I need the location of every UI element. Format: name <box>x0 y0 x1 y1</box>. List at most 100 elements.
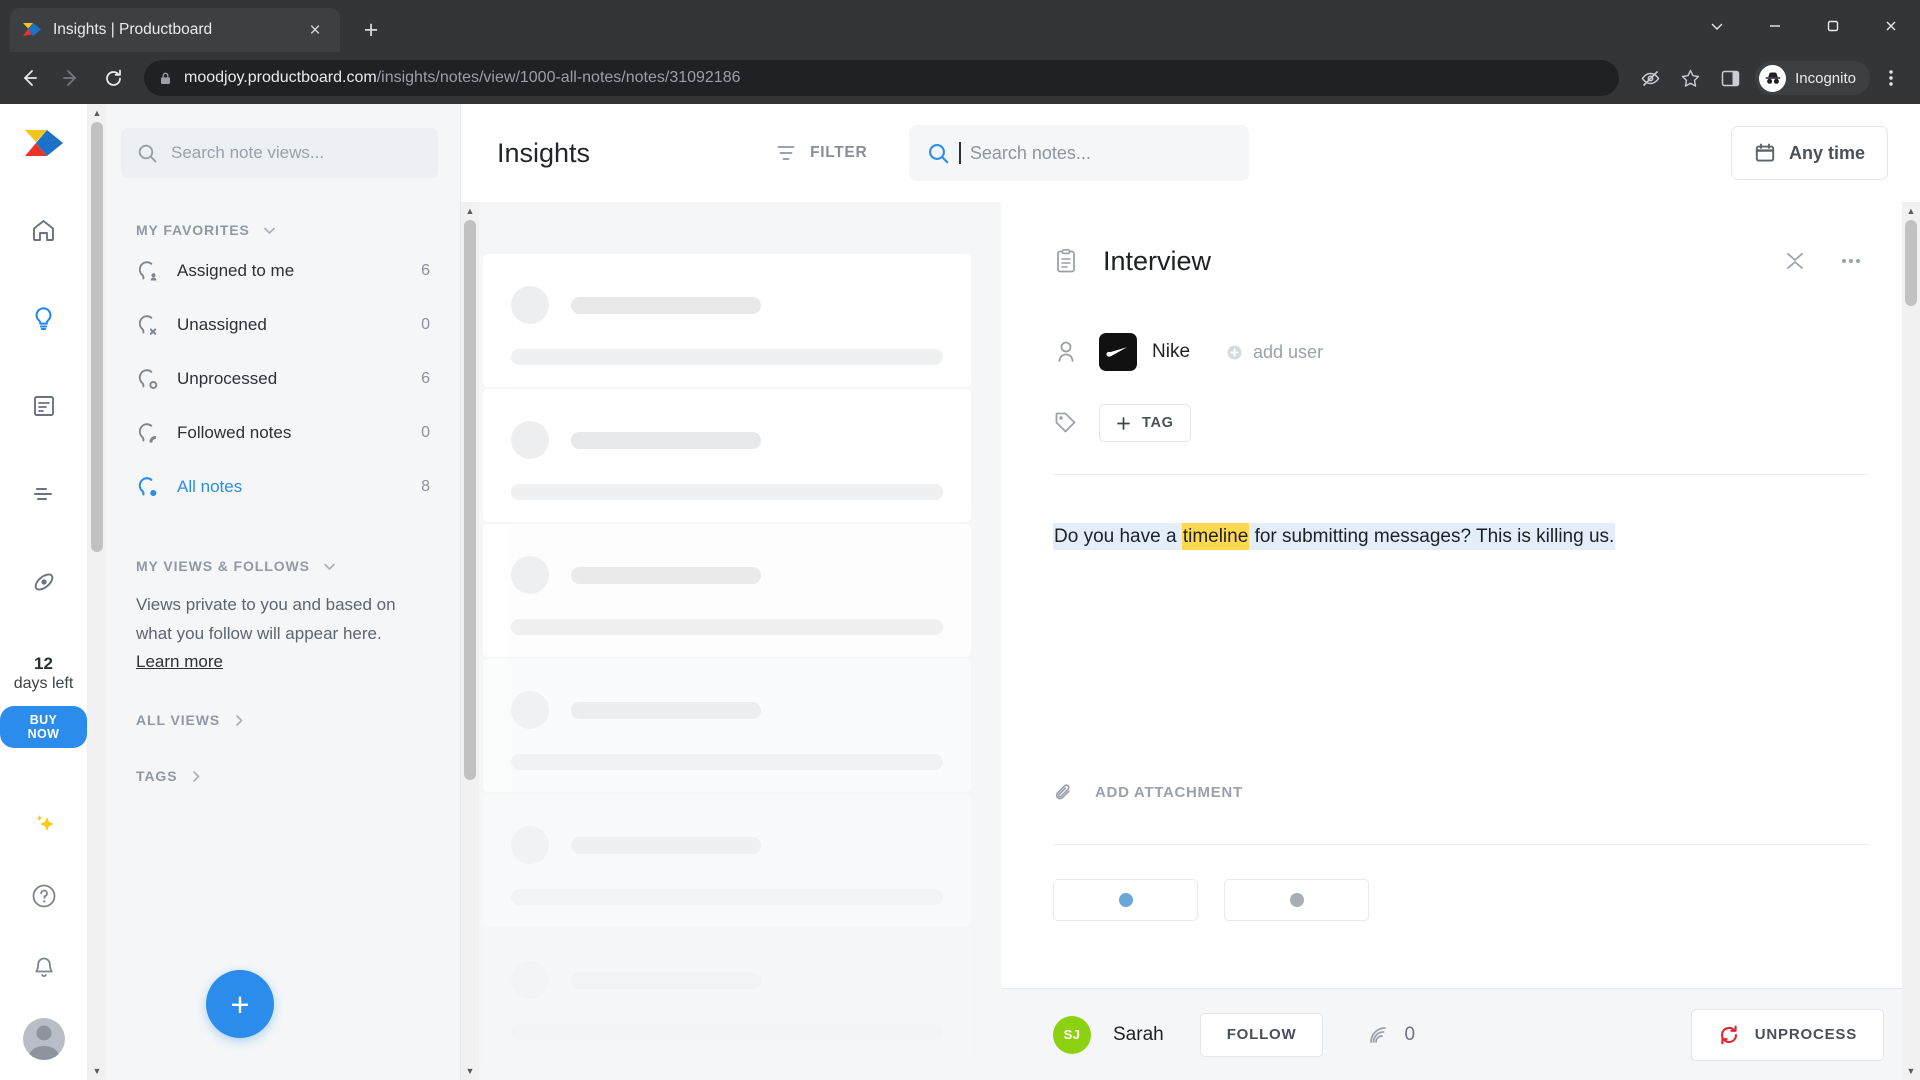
trial-days-count: 12 <box>34 654 53 673</box>
sidebar-item-followed-notes[interactable]: Followed notes 0 <box>106 406 460 460</box>
scroll-thumb-track[interactable] <box>1902 220 1920 1062</box>
sidebar-item-count: 6 <box>421 262 430 279</box>
browser-toolbar: moodjoy.productboard.com/insights/notes/… <box>0 52 1920 104</box>
sidebar-item-count: 0 <box>421 316 430 333</box>
productboard-logo[interactable] <box>22 122 66 166</box>
chevron-down-icon[interactable] <box>1688 0 1746 52</box>
close-icon[interactable]: × <box>302 17 328 43</box>
unprocess-button[interactable]: UNPROCESS <box>1690 1008 1884 1061</box>
avatar[interactable] <box>22 1018 65 1060</box>
skeleton-line <box>511 889 943 905</box>
chevron-right-icon[interactable] <box>189 769 204 784</box>
my-views-follows-header[interactable]: MY VIEWS & FOLLOWS <box>136 558 460 574</box>
scroll-thumb-track[interactable] <box>88 122 106 1062</box>
portal-icon[interactable] <box>22 560 66 604</box>
scroll-down-arrow[interactable]: ▼ <box>1902 1062 1920 1080</box>
nike-swoosh-logo <box>1099 333 1137 371</box>
impact-indicator[interactable]: 0 <box>1367 1024 1415 1046</box>
document-icon[interactable] <box>22 384 66 428</box>
skeleton-line <box>571 701 761 719</box>
tags-header[interactable]: TAGS <box>136 768 460 784</box>
sidebar-item-unassigned[interactable]: Unassigned 0 <box>106 298 460 352</box>
scroll-thumb[interactable] <box>91 122 103 552</box>
scroll-thumb-track[interactable] <box>461 220 479 1062</box>
skeleton-line <box>511 619 943 635</box>
chevron-down-icon[interactable] <box>262 223 277 238</box>
more-options-icon[interactable] <box>1834 244 1868 278</box>
tag-icon <box>1053 410 1081 436</box>
chevron-down-icon[interactable] <box>322 559 337 574</box>
my-favorites-header[interactable]: MY FAVORITES <box>136 222 460 238</box>
side-panel-icon[interactable] <box>1711 59 1749 97</box>
scroll-up-arrow[interactable]: ▲ <box>88 104 106 122</box>
features-list-icon[interactable] <box>22 472 66 516</box>
scroll-up-arrow[interactable]: ▲ <box>1902 202 1920 220</box>
address-bar[interactable]: moodjoy.productboard.com/insights/notes/… <box>144 60 1620 96</box>
note-content-text[interactable]: Do you have a timeline for submitting me… <box>1053 523 1616 550</box>
sparkles-icon[interactable] <box>22 802 66 846</box>
filter-label: FILTER <box>810 144 868 161</box>
productboard-logo-icon <box>22 20 42 40</box>
all-views-header[interactable]: ALL VIEWS <box>136 712 460 728</box>
url-domain: moodjoy.productboard.com <box>184 69 377 86</box>
add-tag-label: TAG <box>1142 415 1174 431</box>
home-icon[interactable] <box>22 208 66 252</box>
buy-now-button[interactable]: BUY NOW <box>0 705 87 748</box>
sidebar-scrollbar[interactable]: ▲ ▼ <box>88 104 106 1080</box>
forward-icon[interactable] <box>52 59 90 97</box>
new-tab-button[interactable]: + <box>354 13 388 47</box>
add-user-label: add user <box>1253 341 1324 362</box>
back-icon[interactable] <box>10 59 48 97</box>
link-feature-button[interactable] <box>1053 878 1198 921</box>
reload-icon[interactable] <box>94 59 132 97</box>
close-window-button[interactable] <box>1862 0 1920 52</box>
sidebar-item-all-notes[interactable]: All notes 8 <box>106 460 460 514</box>
search-icon <box>927 142 950 165</box>
highlighted-text[interactable]: timeline <box>1181 523 1250 550</box>
productboard-app: 12 days left BUY NOW ▲ ▼ Search note vie… <box>0 104 1920 1080</box>
add-attachment-button[interactable]: ADD ATTACHMENT <box>1001 782 1920 804</box>
trial-status: 12 days left BUY NOW <box>0 654 87 748</box>
note-body[interactable]: Do you have a timeline for submitting me… <box>1001 523 1920 552</box>
company-name: Nike <box>1152 341 1191 362</box>
add-user-button[interactable]: add user <box>1226 342 1323 363</box>
author-name: Sarah <box>1113 1023 1164 1045</box>
incognito-profile-button[interactable]: Incognito <box>1755 61 1870 95</box>
insights-main: Insights FILTER Search notes... Any time… <box>461 104 1920 1080</box>
chevron-right-icon[interactable] <box>232 713 247 728</box>
search-notes-input[interactable]: Search notes... <box>909 125 1250 181</box>
tags-label: TAGS <box>136 768 178 785</box>
kebab-menu-icon[interactable] <box>1872 59 1910 97</box>
sidebar-item-unprocessed[interactable]: Unprocessed 6 <box>106 352 460 406</box>
divider <box>1053 474 1868 475</box>
notes-list-scrollbar[interactable]: ▲ ▼ <box>461 202 479 1080</box>
star-icon[interactable] <box>1671 59 1709 97</box>
eye-crossed-icon[interactable] <box>1631 59 1669 97</box>
maximize-button[interactable] <box>1804 0 1862 52</box>
help-circle-icon[interactable] <box>22 874 66 918</box>
scroll-thumb[interactable] <box>464 220 476 780</box>
bell-icon[interactable] <box>22 946 66 990</box>
clipboard-note-icon <box>1053 248 1081 274</box>
scroll-down-arrow[interactable]: ▼ <box>88 1062 106 1080</box>
browser-tab[interactable]: Insights | Productboard × <box>10 8 340 52</box>
follow-button[interactable]: FOLLOW <box>1199 1012 1324 1057</box>
lightbulb-insights-icon[interactable] <box>22 296 66 340</box>
sidebar-item-assigned-to-me[interactable]: Assigned to me 6 <box>106 244 460 298</box>
scroll-up-arrow[interactable]: ▲ <box>461 202 479 220</box>
add-tag-button[interactable]: TAG <box>1099 404 1191 442</box>
collapse-icon[interactable] <box>1778 244 1812 278</box>
customer-company[interactable]: Nike <box>1099 333 1190 371</box>
learn-more-link[interactable]: Learn more <box>136 652 223 672</box>
scroll-down-arrow[interactable]: ▼ <box>461 1062 479 1080</box>
link-other-button[interactable] <box>1224 878 1369 921</box>
filter-button[interactable]: FILTER <box>775 142 867 164</box>
scroll-thumb[interactable] <box>1905 220 1917 306</box>
skeleton-line <box>571 836 761 854</box>
main-scrollbar[interactable]: ▲ ▼ <box>1902 202 1920 1080</box>
search-note-views-input[interactable]: Search note views... <box>121 128 438 178</box>
unprocess-label: UNPROCESS <box>1754 1026 1857 1043</box>
any-time-button[interactable]: Any time <box>1730 126 1888 180</box>
add-note-button[interactable]: + <box>206 970 274 1038</box>
minimize-button[interactable] <box>1746 0 1804 52</box>
